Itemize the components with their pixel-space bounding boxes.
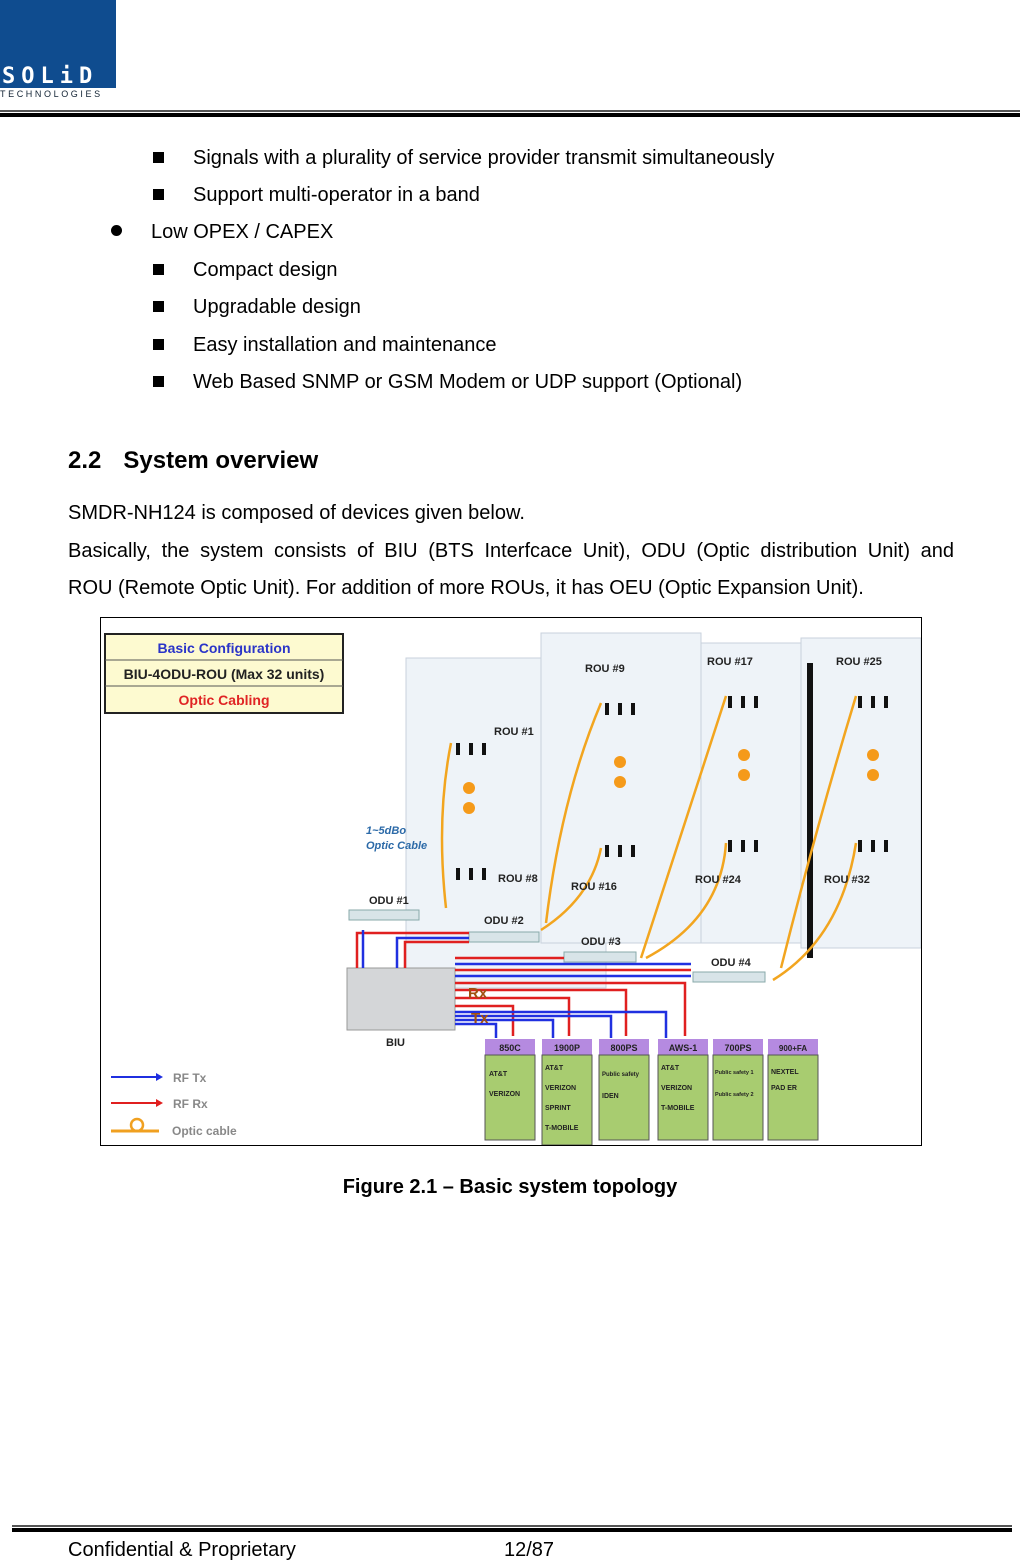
carrier: AT&T xyxy=(489,1071,508,1078)
legend: RF Tx RF Rx Optic cable xyxy=(111,1071,237,1138)
rx-label: Rx xyxy=(468,985,488,1002)
square-bullet-icon xyxy=(153,339,164,350)
cable-note: 1~5dBo xyxy=(366,825,406,837)
carrier: Public safety 1 xyxy=(715,1070,754,1076)
rou-label: ROU #32 xyxy=(824,874,870,886)
carrier: PAD ER xyxy=(771,1085,797,1092)
square-bullet-icon xyxy=(153,152,164,163)
page-number: 12/87 xyxy=(504,1539,555,1561)
odu-label: ODU #3 xyxy=(581,936,621,948)
solid-logo: SOLiD TECHNOLOGIES xyxy=(0,0,116,100)
figure-caption: Figure 2.1 – Basic system topology xyxy=(342,1176,678,1198)
list-item: Easy installation and maintenance xyxy=(193,334,497,356)
legend-label: RF Tx xyxy=(173,1071,207,1085)
legend-label: RF Rx xyxy=(173,1097,208,1111)
square-bullet-icon xyxy=(153,301,164,312)
rou-label: ROU #24 xyxy=(695,874,742,886)
square-bullet-icon xyxy=(153,264,164,275)
paragraph: SMDR-NH124 is composed of devices given … xyxy=(68,502,525,524)
topology-figure: Basic Configuration BIU-4ODU-ROU (Max 32… xyxy=(100,617,922,1146)
footer-rule-thick xyxy=(12,1528,1012,1532)
band-module: 900+FA NEXTEL PAD ER xyxy=(767,1039,819,1141)
square-bullet-icon xyxy=(153,376,164,387)
header-rule-thick xyxy=(0,113,1020,117)
band-module: 1900P AT&T VERIZON SPRINT T-MOBILE xyxy=(541,1039,593,1146)
band-name: 1900P xyxy=(554,1043,580,1053)
section-number: 2.2 xyxy=(68,447,102,474)
carrier: T-MOBILE xyxy=(545,1125,579,1132)
biu-unit xyxy=(346,967,456,1031)
footer-rule xyxy=(12,1525,1012,1527)
section-title: System overview xyxy=(123,447,319,474)
footer-confidential: Confidential & Proprietary xyxy=(68,1539,296,1561)
band-module: 700PS Public safety 1 Public safety 2 xyxy=(712,1039,764,1141)
building-edge xyxy=(807,663,813,958)
config-box: Basic Configuration BIU-4ODU-ROU (Max 32… xyxy=(104,633,344,714)
band-name: 700PS xyxy=(724,1043,751,1053)
band-modules: 850C AT&T VERIZON 1900P AT&T VERIZON SPR… xyxy=(484,1039,819,1146)
band-module: 850C AT&T VERIZON xyxy=(484,1039,536,1141)
document-page: SOLiD TECHNOLOGIES Signals with a plural… xyxy=(0,0,1020,1562)
rou-label: ROU #17 xyxy=(707,656,753,668)
list-item: Web Based SNMP or GSM Modem or UDP suppo… xyxy=(193,371,743,393)
square-bullet-icon xyxy=(153,189,164,200)
carrier: AT&T xyxy=(661,1065,680,1072)
band-name: 800PS xyxy=(610,1043,637,1053)
config-cabling: Optic Cabling xyxy=(179,692,270,708)
carrier: NEXTEL xyxy=(771,1069,799,1076)
section-heading: 2.2 System overview xyxy=(68,447,318,475)
carrier: AT&T xyxy=(545,1065,564,1072)
list-item: Compact design xyxy=(193,259,338,281)
carrier: Public safety 2 xyxy=(715,1092,754,1098)
odu-label: ODU #4 xyxy=(711,957,752,969)
logo-text: SOLiD xyxy=(2,64,99,89)
list-item: Signals with a plurality of service prov… xyxy=(193,147,775,169)
band-name: AWS-1 xyxy=(669,1043,698,1053)
config-title: Basic Configuration xyxy=(157,640,290,656)
band-name: 900+FA xyxy=(779,1044,807,1053)
topology-diagram: Basic Configuration BIU-4ODU-ROU (Max 32… xyxy=(104,632,922,1146)
header-rule xyxy=(0,110,1020,112)
paragraph: ROU (Remote Optic Unit). For addition of… xyxy=(68,577,864,599)
tx-label: Tx xyxy=(471,1010,489,1027)
paragraph: Basically, the system consists of BIU (B… xyxy=(68,540,954,562)
config-row: BIU-4ODU-ROU (Max 32 units) xyxy=(124,666,325,682)
band-name: 850C xyxy=(499,1043,521,1053)
carrier: VERIZON xyxy=(489,1091,520,1098)
rou-label: ROU #16 xyxy=(571,881,617,893)
carrier: SPRINT xyxy=(545,1105,571,1112)
list-item: Upgradable design xyxy=(193,296,361,318)
carrier: VERIZON xyxy=(661,1085,692,1092)
odu-label: ODU #1 xyxy=(369,895,409,907)
cable-note: Optic Cable xyxy=(366,840,427,852)
band-module: AWS-1 AT&T VERIZON T-MOBILE xyxy=(657,1039,709,1141)
rou-label: ROU #1 xyxy=(494,726,534,738)
round-bullet-icon xyxy=(111,225,122,236)
carrier: T-MOBILE xyxy=(661,1105,695,1112)
logo-subtext: TECHNOLOGIES xyxy=(0,88,116,100)
carrier: VERIZON xyxy=(545,1085,576,1092)
list-item: Low OPEX / CAPEX xyxy=(151,221,334,243)
biu-label: BIU xyxy=(386,1037,405,1049)
carrier: Public safety xyxy=(602,1072,640,1078)
rou-label: ROU #25 xyxy=(836,656,882,668)
rou-label: ROU #8 xyxy=(498,873,538,885)
odu-label: ODU #2 xyxy=(484,915,524,927)
carrier: IDEN xyxy=(602,1093,619,1100)
rou-label: ROU #9 xyxy=(585,663,625,675)
list-item: Support multi-operator in a band xyxy=(193,184,480,206)
legend-label: Optic cable xyxy=(172,1124,237,1138)
band-module: 800PS Public safety IDEN xyxy=(598,1039,650,1141)
